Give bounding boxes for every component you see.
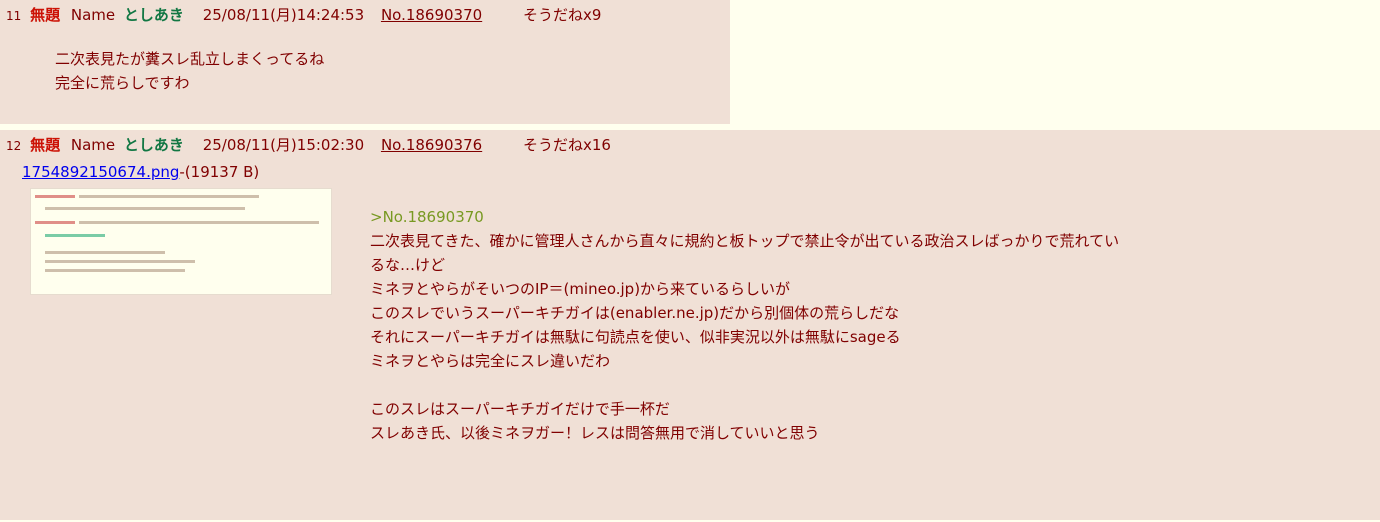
sodane-button[interactable]: そうだねx16: [523, 136, 611, 154]
body-line: このスレでいうスーパーキチガイは(enabler.ne.jp)だから別個体の荒ら…: [370, 304, 900, 322]
post-no-link[interactable]: No.18690376: [381, 136, 482, 154]
body-line: 二次表見たが糞スレ乱立しまくってるね: [55, 50, 325, 68]
body-line: [370, 373, 1119, 397]
body-line: 二次表見てきた、確かに管理人さんから直々に規約と板トップで禁止令が出ている政治ス…: [370, 232, 1120, 250]
post-body-12: >No.18690370 二次表見てきた、確かに管理人さんから直々に規約と板トッ…: [370, 205, 1119, 445]
post-header-11: 11 無題 Name としあき 25/08/11(月)14:24:53 No.1…: [6, 4, 601, 25]
image-thumbnail[interactable]: [30, 188, 332, 295]
post-header-12: 12 無題 Name としあき 25/08/11(月)15:02:30 No.1…: [6, 134, 611, 155]
post-date: 25/08/11(月)15:02:30: [202, 136, 365, 154]
post-no-link[interactable]: No.18690370: [381, 6, 482, 24]
file-link[interactable]: 1754892150674.png: [22, 163, 179, 181]
sodane-button[interactable]: そうだねx9: [523, 6, 601, 24]
body-line: ミネヲとやらがそいつのIP＝(mineo.jp)から来ているらしいが: [370, 280, 791, 298]
body-line: るな…けど: [370, 256, 446, 274]
body-line: このスレはスーパーキチガイだけで手一杯だ: [370, 400, 670, 418]
quote-line: >No.18690370: [370, 208, 484, 226]
post-subject: 無題: [30, 136, 61, 154]
post-body-11: 二次表見たが糞スレ乱立しまくってるね 完全に荒らしですわ: [55, 47, 324, 95]
file-info: 1754892150674.png-(19137 B): [22, 163, 259, 181]
body-line: それにスーパーキチガイは無駄に句読点を使い、似非実況以外は無駄にsageる: [370, 328, 901, 346]
name-label: Name: [70, 136, 116, 154]
poster-name: としあき: [123, 6, 184, 24]
post-date: 25/08/11(月)14:24:53: [202, 6, 365, 24]
body-line: 完全に荒らしですわ: [55, 74, 190, 92]
file-size: -(19137 B): [179, 163, 260, 181]
name-label: Name: [70, 6, 116, 24]
post-number: 12: [6, 139, 22, 153]
post-subject: 無題: [30, 6, 61, 24]
post-number: 11: [6, 9, 22, 23]
body-line: ミネヲとやらは完全にスレ違いだわ: [370, 352, 611, 370]
poster-name: としあき: [123, 136, 184, 154]
body-line: スレあき氏、以後ミネヲガー！レスは問答無用で消していいと思う: [370, 424, 820, 442]
